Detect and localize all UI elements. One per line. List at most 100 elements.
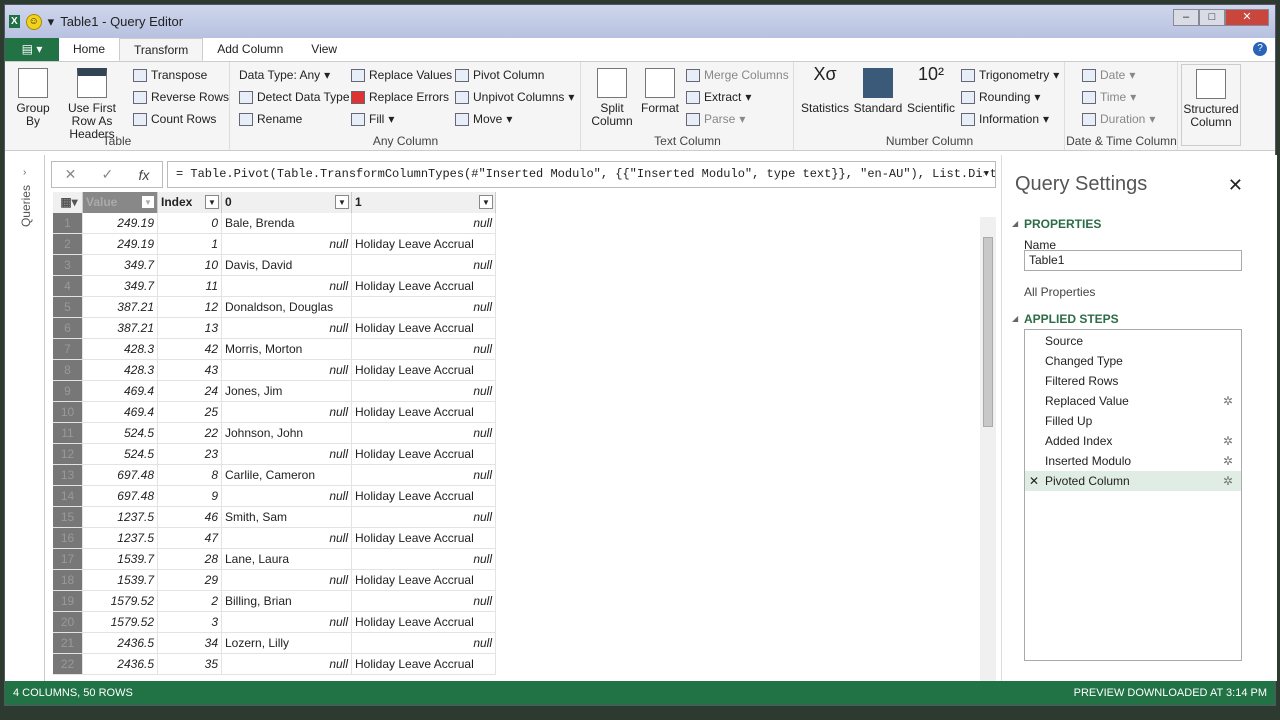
formula-input[interactable]: = Table.Pivot(Table.TransformColumnTypes… — [167, 161, 996, 188]
pivot-column-button[interactable]: Pivot Column — [455, 68, 544, 82]
row-number[interactable]: 13 — [53, 465, 83, 486]
table-cell[interactable]: 22 — [158, 423, 222, 444]
applied-step[interactable]: Source — [1025, 331, 1241, 351]
table-row[interactable]: 9 469.4 24 Jones, Jim null — [53, 381, 498, 402]
table-row[interactable]: 10 469.4 25 null Holiday Leave Accrual — [53, 402, 498, 423]
table-cell[interactable]: null — [222, 570, 352, 591]
column-header-1[interactable]: 1 ▼ — [352, 192, 496, 213]
table-row[interactable]: 2 249.19 1 null Holiday Leave Accrual — [53, 234, 498, 255]
gear-icon[interactable]: ✲ — [1223, 391, 1233, 411]
structured-column-button[interactable]: Structured Column — [1181, 64, 1241, 146]
table-cell[interactable]: null — [352, 591, 496, 612]
table-cell[interactable]: 387.21 — [83, 318, 158, 339]
table-cell[interactable]: 24 — [158, 381, 222, 402]
table-cell[interactable]: null — [352, 339, 496, 360]
table-cell[interactable]: Holiday Leave Accrual — [352, 444, 496, 465]
table-cell[interactable]: 13 — [158, 318, 222, 339]
row-number[interactable]: 21 — [53, 633, 83, 654]
row-number[interactable]: 9 — [53, 381, 83, 402]
tab-home[interactable]: Home — [59, 38, 119, 61]
parse-button[interactable]: Parse ▾ — [686, 112, 745, 126]
table-cell[interactable]: null — [222, 402, 352, 423]
date-button[interactable]: Date ▾ — [1082, 68, 1135, 82]
fx-icon[interactable]: fx — [138, 167, 149, 183]
applied-step[interactable]: Replaced Value ✲ — [1025, 391, 1241, 411]
table-cell[interactable]: 1579.52 — [83, 612, 158, 633]
table-row[interactable]: 14 697.48 9 null Holiday Leave Accrual — [53, 486, 498, 507]
table-cell[interactable]: 29 — [158, 570, 222, 591]
table-row[interactable]: 16 1237.5 47 null Holiday Leave Accrual — [53, 528, 498, 549]
row-number[interactable]: 11 — [53, 423, 83, 444]
table-cell[interactable]: 28 — [158, 549, 222, 570]
check-icon[interactable]: ✓ — [102, 166, 114, 183]
close-pane-icon[interactable]: ✕ — [1228, 175, 1243, 196]
applied-step[interactable]: ✕ Pivoted Column ✲ — [1025, 471, 1241, 491]
table-cell[interactable]: null — [352, 423, 496, 444]
table-cell[interactable]: Lane, Laura — [222, 549, 352, 570]
collapse-icon[interactable]: ◢ — [1012, 219, 1018, 228]
table-row[interactable]: 12 524.5 23 null Holiday Leave Accrual — [53, 444, 498, 465]
information-button[interactable]: Information ▾ — [961, 112, 1049, 126]
statistics-button[interactable]: Χσ Statistics — [801, 65, 849, 115]
table-cell[interactable]: Holiday Leave Accrual — [352, 570, 496, 591]
table-cell[interactable]: 25 — [158, 402, 222, 423]
row-number[interactable]: 5 — [53, 297, 83, 318]
table-cell[interactable]: Bale, Brenda — [222, 213, 352, 234]
collapse-icon[interactable]: ◢ — [1012, 314, 1018, 323]
row-number[interactable]: 2 — [53, 234, 83, 255]
table-cell[interactable]: 0 — [158, 213, 222, 234]
row-number[interactable]: 10 — [53, 402, 83, 423]
row-number[interactable]: 22 — [53, 654, 83, 675]
applied-step[interactable]: Inserted Modulo ✲ — [1025, 451, 1241, 471]
rounding-button[interactable]: Rounding ▾ — [961, 90, 1040, 104]
row-number[interactable]: 3 — [53, 255, 83, 276]
table-cell[interactable]: 9 — [158, 486, 222, 507]
table-cell[interactable]: null — [222, 234, 352, 255]
table-row[interactable]: 7 428.3 42 Morris, Morton null — [53, 339, 498, 360]
table-cell[interactable]: 23 — [158, 444, 222, 465]
gear-icon[interactable]: ✲ — [1223, 451, 1233, 471]
table-cell[interactable]: 12 — [158, 297, 222, 318]
table-cell[interactable]: 1 — [158, 234, 222, 255]
table-cell[interactable]: null — [352, 633, 496, 654]
data-type-dropdown[interactable]: Data Type: Any ▾ — [239, 68, 330, 82]
table-cell[interactable]: 1237.5 — [83, 507, 158, 528]
row-number[interactable]: 15 — [53, 507, 83, 528]
row-number[interactable]: 18 — [53, 570, 83, 591]
table-cell[interactable]: 43 — [158, 360, 222, 381]
unpivot-columns-button[interactable]: Unpivot Columns ▾ — [455, 90, 574, 104]
replace-errors-button[interactable]: Replace Errors — [351, 90, 449, 104]
table-row[interactable]: 15 1237.5 46 Smith, Sam null — [53, 507, 498, 528]
table-cell[interactable]: Holiday Leave Accrual — [352, 528, 496, 549]
table-cell[interactable]: null — [222, 318, 352, 339]
table-cell[interactable]: Smith, Sam — [222, 507, 352, 528]
table-cell[interactable]: Lozern, Lilly — [222, 633, 352, 654]
table-row[interactable]: 20 1579.52 3 null Holiday Leave Accrual — [53, 612, 498, 633]
row-number[interactable]: 16 — [53, 528, 83, 549]
table-cell[interactable]: 1539.7 — [83, 570, 158, 591]
table-cell[interactable]: null — [222, 612, 352, 633]
table-row[interactable]: 22 2436.5 35 null Holiday Leave Accrual — [53, 654, 498, 675]
table-cell[interactable]: null — [222, 276, 352, 297]
table-row[interactable]: 21 2436.5 34 Lozern, Lilly null — [53, 633, 498, 654]
applied-step[interactable]: Filled Up — [1025, 411, 1241, 431]
file-tab[interactable]: ▤ ▾ — [5, 38, 59, 61]
table-cell[interactable]: Holiday Leave Accrual — [352, 402, 496, 423]
table-cell[interactable]: 249.19 — [83, 234, 158, 255]
table-cell[interactable]: 428.3 — [83, 360, 158, 381]
column-header-index[interactable]: Index ▼ — [158, 192, 222, 213]
tab-add-column[interactable]: Add Column — [203, 38, 297, 61]
duration-button[interactable]: Duration ▾ — [1082, 112, 1155, 126]
table-cell[interactable]: Carlile, Cameron — [222, 465, 352, 486]
table-cell[interactable]: 1539.7 — [83, 549, 158, 570]
table-cell[interactable]: 2436.5 — [83, 633, 158, 654]
all-properties-link[interactable]: All Properties — [1024, 285, 1095, 299]
table-cell[interactable]: 11 — [158, 276, 222, 297]
table-cell[interactable]: 524.5 — [83, 444, 158, 465]
table-cell[interactable]: Holiday Leave Accrual — [352, 486, 496, 507]
applied-step[interactable]: Filtered Rows — [1025, 371, 1241, 391]
standard-button[interactable]: Standard — [853, 68, 903, 115]
qat-dropdown-icon[interactable]: ▾ — [48, 14, 55, 30]
table-cell[interactable]: null — [352, 213, 496, 234]
table-cell[interactable]: 34 — [158, 633, 222, 654]
